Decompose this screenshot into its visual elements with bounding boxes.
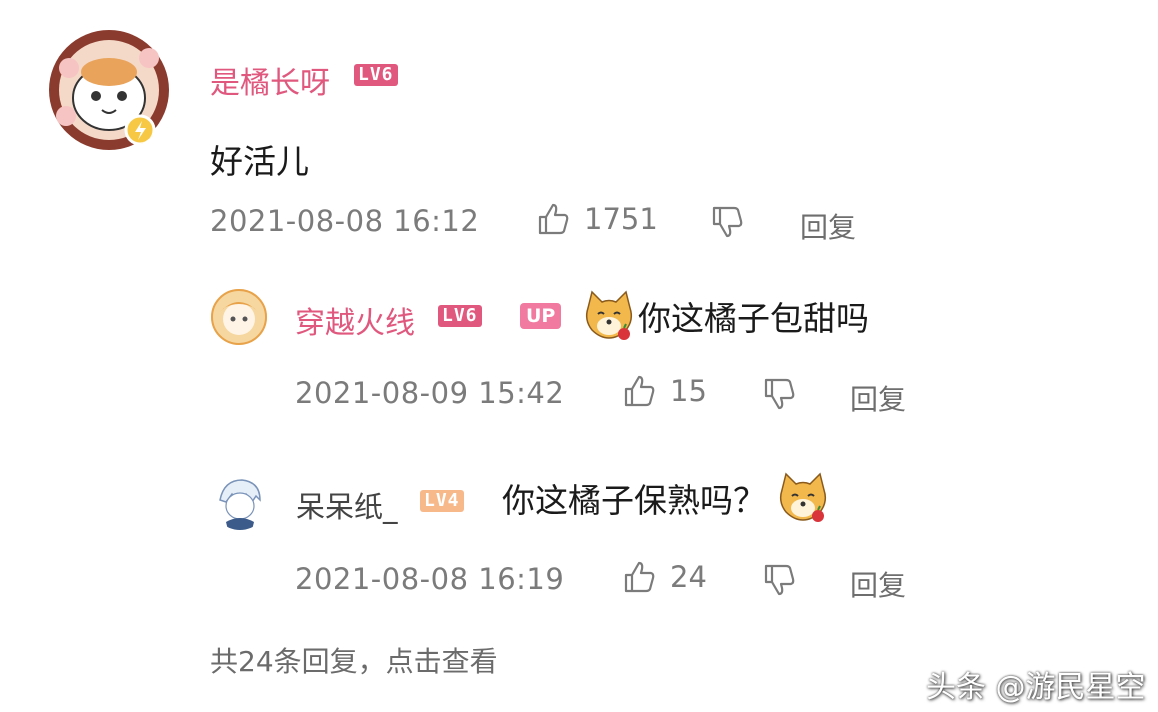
like-count: 24	[670, 560, 707, 594]
view-more-replies-link[interactable]: 共24条回复，点击查看	[210, 640, 498, 680]
dog-emoji-icon	[779, 472, 827, 522]
level-badge: LV6	[438, 305, 482, 327]
like-button[interactable]: 15	[622, 374, 707, 408]
comment-username[interactable]: 是橘长呀	[210, 58, 330, 102]
boy-avatar-icon	[213, 475, 267, 530]
like-button[interactable]: 1751	[536, 202, 658, 236]
like-count: 15	[670, 374, 707, 408]
up-badge: UP	[520, 303, 562, 329]
dislike-button[interactable]	[762, 377, 796, 411]
dislike-button[interactable]	[710, 205, 744, 239]
thumbs-up-icon	[624, 561, 655, 593]
thumbs-down-icon	[764, 378, 795, 410]
avatar[interactable]	[44, 28, 174, 152]
dog-emoji-icon	[585, 290, 633, 340]
thumbs-down-icon	[712, 206, 743, 238]
reply-button[interactable]: 回复	[850, 378, 906, 418]
thumbs-up-icon	[538, 203, 569, 235]
reply-username[interactable]: 穿越火线	[295, 298, 415, 342]
reply-content: 你这橘子保熟吗？	[502, 472, 830, 524]
reply-button[interactable]: 回复	[850, 564, 906, 604]
reply-text: 你这橘子保熟吗？	[502, 481, 766, 520]
reply-timestamp: 2021-08-09 15:42	[295, 376, 565, 410]
comment-timestamp: 2021-08-08 16:12	[210, 204, 480, 238]
avatar[interactable]	[210, 288, 268, 346]
comment-text: 好活儿	[210, 142, 309, 181]
reply-content: 你这橘子包甜吗	[582, 290, 869, 342]
reply-timestamp: 2021-08-08 16:19	[295, 562, 565, 596]
level-badge: LV4	[420, 490, 464, 512]
dislike-button[interactable]	[762, 563, 796, 597]
like-count: 1751	[584, 202, 658, 236]
reply-button[interactable]: 回复	[800, 206, 856, 246]
like-button[interactable]: 24	[622, 560, 707, 594]
avatar[interactable]	[212, 474, 268, 530]
reply-text: 你这橘子包甜吗	[638, 299, 869, 338]
watermark: 头条 @游民星空	[926, 670, 1146, 705]
reply-username[interactable]: 呆呆纸_	[296, 484, 398, 526]
cat-avatar-icon	[49, 30, 169, 150]
girl-avatar-icon	[211, 289, 267, 345]
thumbs-down-icon	[764, 564, 795, 596]
thumbs-up-icon	[624, 375, 655, 407]
level-badge: LV6	[354, 64, 398, 86]
